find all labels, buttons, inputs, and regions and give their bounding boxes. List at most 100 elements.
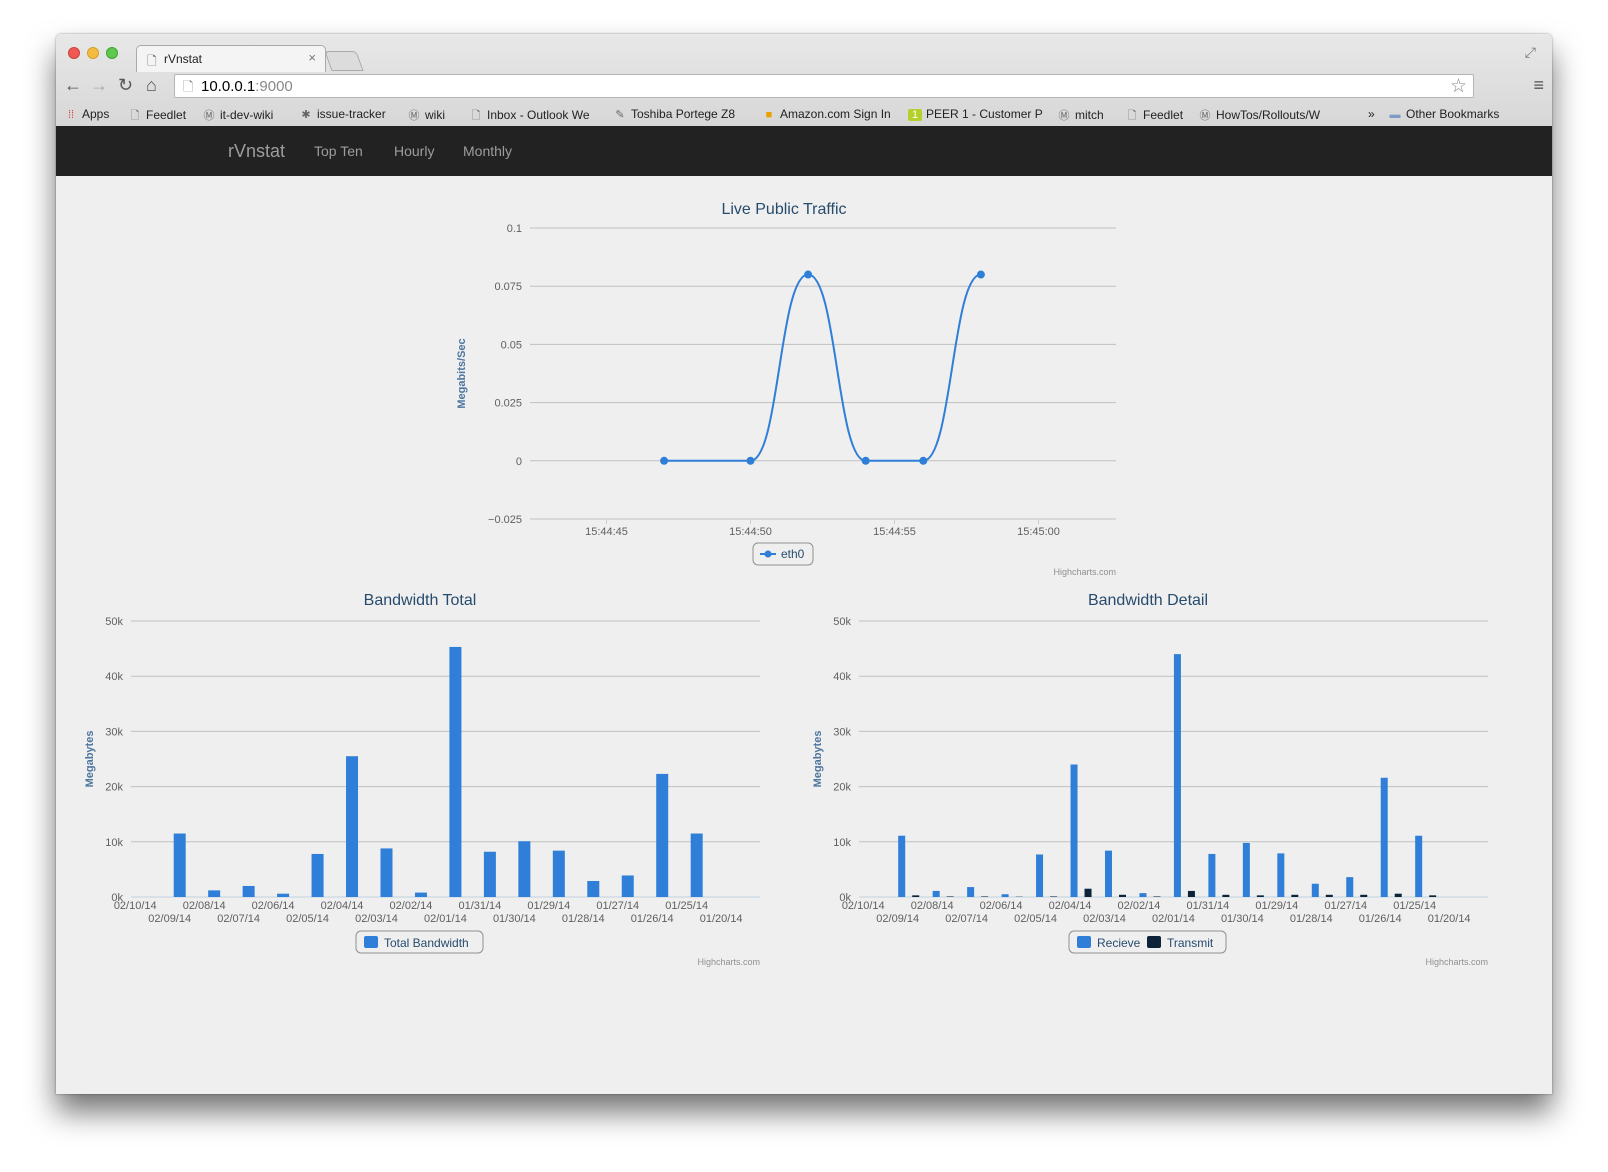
x-tick-label: 01/30/14 <box>1221 913 1264 925</box>
bar <box>1256 895 1264 897</box>
bar <box>311 853 324 897</box>
x-tick-label: 02/01/14 <box>1152 913 1195 925</box>
bar <box>1036 854 1044 897</box>
chart-title: Live Public Traffic <box>721 201 846 218</box>
y-axis-label: Megabytes <box>812 731 824 788</box>
bar <box>380 848 393 897</box>
bar <box>552 850 565 897</box>
bar <box>981 896 989 897</box>
bar <box>1139 893 1147 897</box>
x-tick-label: 01/25/14 <box>665 900 708 912</box>
charts-canvas: Live Public Traffic −0.025 0 0.025 0.05 0.075… <box>84 201 1488 967</box>
x-tick-label: 01/29/14 <box>527 900 570 912</box>
x-tick-label: 02/06/14 <box>252 900 295 912</box>
legend[interactable]: eth0 <box>752 542 814 566</box>
x-tick-label: 02/09/14 <box>876 913 919 925</box>
bar <box>1084 888 1092 897</box>
bar <box>208 890 221 897</box>
y-tick-label: 40k <box>105 671 123 683</box>
bar <box>518 841 531 897</box>
data-point <box>746 456 755 465</box>
y-tick-label: 30k <box>105 726 123 738</box>
browser-window: 🗋 rVnstat × ⤢ ← → ↻ ⌂ 🗋 10.0.0.1:9000 ☆ … <box>56 34 1552 1094</box>
bar <box>1360 894 1368 897</box>
x-tick-label: 01/26/14 <box>631 913 674 925</box>
x-tick-label: 01/28/14 <box>562 913 605 925</box>
bar <box>1415 835 1423 897</box>
y-tick-label: 0 <box>516 456 522 468</box>
x-tick-label: 02/02/14 <box>1118 900 1161 912</box>
legend[interactable]: Recieve Transmit <box>1068 930 1227 954</box>
data-point <box>976 270 985 279</box>
credits-link: Highcharts.com <box>1425 957 1488 967</box>
x-tick-label: 02/08/14 <box>911 900 954 912</box>
y-tick-label: 0.025 <box>494 398 522 410</box>
x-tick-label: 15:44:50 <box>729 526 772 538</box>
bandwidth-chart: Bandwidth Detail0k10k20k30k40k50kMegabyt… <box>812 592 1488 967</box>
x-tick-label: 15:44:55 <box>873 526 916 538</box>
legend-swatch <box>1077 936 1091 948</box>
x-tick-label: 02/02/14 <box>390 900 433 912</box>
series-line-eth0 <box>664 273 982 462</box>
credits-link: Highcharts.com <box>1053 567 1116 577</box>
bar <box>1118 894 1126 897</box>
x-tick-label: 02/04/14 <box>321 900 364 912</box>
data-point <box>804 270 813 279</box>
y-tick-label: 30k <box>833 726 851 738</box>
bar <box>967 887 975 897</box>
y-tick-label: 40k <box>833 671 851 683</box>
x-tick-label: 02/07/14 <box>945 913 988 925</box>
bar <box>1429 895 1437 897</box>
bar <box>1208 853 1216 897</box>
x-tick-label: 01/26/14 <box>1359 913 1402 925</box>
bar <box>912 895 920 897</box>
bar <box>1173 654 1181 897</box>
x-tick-label: 01/25/14 <box>1393 900 1436 912</box>
x-tick-label: 02/10/14 <box>114 900 157 912</box>
credits-link: Highcharts.com <box>697 957 760 967</box>
bar <box>1242 842 1250 897</box>
x-tick-label: 01/20/14 <box>700 913 743 925</box>
bar <box>946 896 954 897</box>
bar <box>346 756 359 897</box>
y-tick-label: 10k <box>105 837 123 849</box>
legend-label: eth0 <box>781 547 805 561</box>
bar <box>277 893 290 897</box>
x-tick-label: 02/03/14 <box>355 913 398 925</box>
x-tick-label: 02/07/14 <box>217 913 260 925</box>
bar <box>1001 894 1009 897</box>
legend[interactable]: Total Bandwidth <box>355 930 484 954</box>
y-tick-label: 0.1 <box>507 223 522 235</box>
bar <box>1311 883 1319 897</box>
data-point <box>660 456 669 465</box>
bar <box>449 646 462 897</box>
bar <box>1050 896 1058 897</box>
x-tick-label: 02/04/14 <box>1049 900 1092 912</box>
bar <box>1153 896 1161 897</box>
bar <box>1104 850 1112 897</box>
bar <box>1380 777 1388 897</box>
bar <box>1222 894 1230 897</box>
bar <box>656 773 669 897</box>
bar <box>414 892 427 897</box>
x-tick-label: 02/03/14 <box>1083 913 1126 925</box>
bar <box>587 880 600 897</box>
bar <box>690 833 703 897</box>
x-tick-label: 02/06/14 <box>980 900 1023 912</box>
x-tick-label: 01/27/14 <box>596 900 639 912</box>
bar <box>1394 893 1402 897</box>
chart-title: Bandwidth Total <box>364 592 477 609</box>
x-tick-label: 01/27/14 <box>1324 900 1367 912</box>
x-tick-label: 15:45:00 <box>1017 526 1060 538</box>
bandwidth-chart: Bandwidth Total0k10k20k30k40k50kMegabyte… <box>84 592 760 967</box>
y-tick-label: 20k <box>105 782 123 794</box>
data-point <box>861 456 870 465</box>
x-tick-label: 02/05/14 <box>286 913 329 925</box>
legend-symbol-marker <box>764 550 772 558</box>
data-point <box>919 456 928 465</box>
bar <box>1325 894 1333 897</box>
x-tick-label: 01/31/14 <box>458 900 501 912</box>
bar <box>1277 853 1285 897</box>
y-tick-label: 20k <box>833 782 851 794</box>
y-tick-label: 50k <box>105 616 123 628</box>
